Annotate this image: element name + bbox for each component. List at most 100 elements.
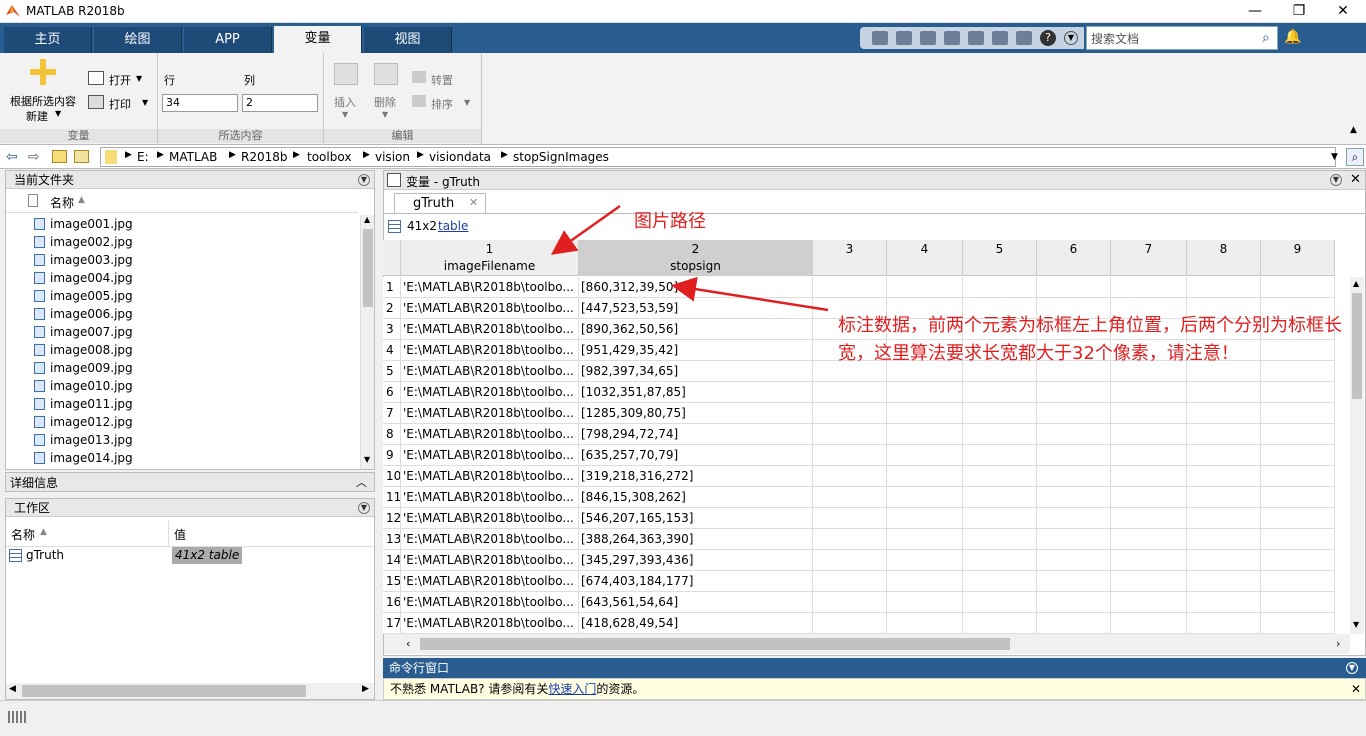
- chevron-left-icon[interactable]: ‹: [406, 637, 410, 650]
- chevron-down-icon[interactable]: ▼: [55, 109, 61, 118]
- cell-image-filename[interactable]: 'E:\MATLAB\R2018b\toolbo...: [401, 277, 579, 298]
- cell-empty[interactable]: [1261, 382, 1335, 403]
- cell-stopsign[interactable]: [674,403,184,177]: [579, 571, 813, 592]
- cell-empty[interactable]: [1261, 592, 1335, 613]
- column-header[interactable]: 5: [963, 240, 1037, 276]
- cell-stopsign[interactable]: [643,561,54,64]: [579, 592, 813, 613]
- print-button[interactable]: 打印: [109, 96, 131, 112]
- cell-empty[interactable]: [813, 445, 887, 466]
- close-icon[interactable]: ✕: [469, 196, 478, 209]
- cell-empty[interactable]: [1111, 466, 1187, 487]
- cell-empty[interactable]: [1037, 592, 1111, 613]
- column-header[interactable]: 2 stopsign: [579, 240, 813, 276]
- cell-empty[interactable]: [1187, 382, 1261, 403]
- cell-empty[interactable]: [1037, 550, 1111, 571]
- cell-empty[interactable]: [963, 487, 1037, 508]
- cell-empty[interactable]: [1111, 592, 1187, 613]
- row-input[interactable]: 34: [162, 94, 238, 112]
- cell-image-filename[interactable]: 'E:\MATLAB\R2018b\toolbo...: [401, 319, 579, 340]
- cell-stopsign[interactable]: [447,523,53,59]: [579, 298, 813, 319]
- column-header[interactable]: 3: [813, 240, 887, 276]
- cell-stopsign[interactable]: [345,297,393,436]: [579, 550, 813, 571]
- list-item[interactable]: image005.jpg: [6, 287, 358, 305]
- cell-stopsign[interactable]: [982,397,34,65]: [579, 361, 813, 382]
- save-icon[interactable]: [872, 31, 888, 45]
- cell-empty[interactable]: [1187, 508, 1261, 529]
- cell-empty[interactable]: [1261, 487, 1335, 508]
- cell-empty[interactable]: [887, 487, 963, 508]
- cell-empty[interactable]: [963, 424, 1037, 445]
- column-header[interactable]: 4: [887, 240, 963, 276]
- cell-empty[interactable]: [1187, 466, 1261, 487]
- cell-empty[interactable]: [1187, 403, 1261, 424]
- panel-menu-icon[interactable]: ▼: [1346, 662, 1358, 674]
- breadcrumb-item[interactable]: E:: [137, 150, 149, 164]
- search-documentation-input[interactable]: 搜索文档: [1086, 26, 1278, 50]
- cell-empty[interactable]: [1111, 445, 1187, 466]
- chevron-up-icon[interactable]: ▲: [364, 215, 370, 224]
- cell-empty[interactable]: [1037, 529, 1111, 550]
- column-header[interactable]: 8: [1187, 240, 1261, 276]
- close-icon[interactable]: ✕: [1351, 682, 1361, 696]
- undo-icon[interactable]: [968, 31, 984, 45]
- chevron-down-icon[interactable]: ▼: [136, 74, 142, 83]
- breadcrumb-item[interactable]: toolbox: [307, 150, 351, 164]
- scrollbar-thumb[interactable]: [363, 229, 373, 307]
- cell-empty[interactable]: [1037, 613, 1111, 634]
- tab-apps[interactable]: APP: [184, 27, 272, 53]
- cell-empty[interactable]: [813, 508, 887, 529]
- cell-empty[interactable]: [887, 403, 963, 424]
- cell-image-filename[interactable]: 'E:\MATLAB\R2018b\toolbo...: [401, 571, 579, 592]
- cell-empty[interactable]: [1037, 403, 1111, 424]
- cell-empty[interactable]: [1037, 277, 1111, 298]
- cell-stopsign[interactable]: [890,362,50,56]: [579, 319, 813, 340]
- cell-empty[interactable]: [1111, 487, 1187, 508]
- breadcrumb-item[interactable]: visiondata: [429, 150, 491, 164]
- cell-empty[interactable]: [1037, 445, 1111, 466]
- breadcrumb-item[interactable]: R2018b: [241, 150, 288, 164]
- cell-empty[interactable]: [963, 592, 1037, 613]
- cell-stopsign[interactable]: [418,628,49,54]: [579, 613, 813, 634]
- cell-empty[interactable]: [887, 613, 963, 634]
- open-button[interactable]: 打开: [109, 72, 131, 88]
- back-icon[interactable]: ⇦: [6, 149, 18, 165]
- plus-icon[interactable]: [30, 59, 56, 85]
- details-panel[interactable]: 详细信息 ︿: [5, 472, 375, 492]
- row-number[interactable]: 15: [383, 571, 401, 592]
- cell-empty[interactable]: [1187, 424, 1261, 445]
- cell-empty[interactable]: [963, 403, 1037, 424]
- print-icon[interactable]: [88, 95, 104, 109]
- cell-empty[interactable]: [1261, 550, 1335, 571]
- transpose-icon[interactable]: [412, 71, 426, 83]
- chevron-down-icon[interactable]: ▼: [1331, 152, 1338, 162]
- chevron-down-icon[interactable]: ▼: [382, 110, 388, 119]
- list-item[interactable]: image011.jpg: [6, 395, 358, 413]
- chevron-down-icon[interactable]: ▼: [1064, 31, 1078, 45]
- tab-home[interactable]: 主页: [4, 27, 92, 53]
- cell-image-filename[interactable]: 'E:\MATLAB\R2018b\toolbo...: [401, 466, 579, 487]
- row-number[interactable]: 7: [383, 403, 401, 424]
- cell-image-filename[interactable]: 'E:\MATLAB\R2018b\toolbo...: [401, 508, 579, 529]
- cell-empty[interactable]: [963, 466, 1037, 487]
- column-header[interactable]: 1 imageFilename: [401, 240, 579, 276]
- cell-empty[interactable]: [813, 277, 887, 298]
- breadcrumb-item[interactable]: vision: [375, 150, 410, 164]
- row-number[interactable]: 3: [383, 319, 401, 340]
- cell-empty[interactable]: [887, 466, 963, 487]
- column-header[interactable]: 9: [1261, 240, 1335, 276]
- column-name[interactable]: 名称: [50, 194, 74, 211]
- cell-image-filename[interactable]: 'E:\MATLAB\R2018b\toolbo...: [401, 424, 579, 445]
- row-number[interactable]: 12: [383, 508, 401, 529]
- cell-empty[interactable]: [813, 613, 887, 634]
- panel-menu-icon[interactable]: ▼: [358, 174, 370, 186]
- browse-folder-icon[interactable]: [74, 150, 89, 163]
- breadcrumb-item[interactable]: stopSignImages: [513, 150, 609, 164]
- up-folder-icon[interactable]: [52, 150, 67, 163]
- panel-menu-icon[interactable]: ▼: [1330, 174, 1342, 186]
- row-number[interactable]: 11: [383, 487, 401, 508]
- cell-image-filename[interactable]: 'E:\MATLAB\R2018b\toolbo...: [401, 550, 579, 571]
- cell-empty[interactable]: [813, 550, 887, 571]
- delete-button[interactable]: 删除: [374, 94, 396, 110]
- delete-icon[interactable]: [374, 63, 398, 85]
- collapse-ribbon-icon[interactable]: ▲: [1350, 125, 1357, 135]
